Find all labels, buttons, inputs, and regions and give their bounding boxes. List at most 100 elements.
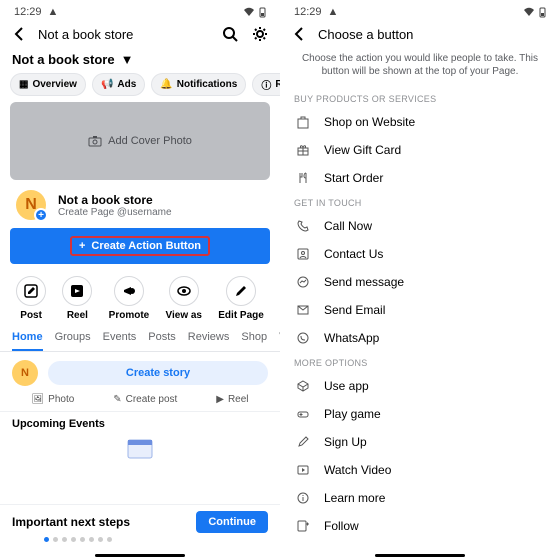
item-send-message[interactable]: Send message — [280, 268, 560, 296]
phone-icon — [294, 219, 312, 233]
story-row: N Create story — [0, 352, 280, 394]
gear-icon[interactable] — [252, 26, 268, 42]
wifi-icon — [243, 7, 255, 17]
page-sub: Create Page @username — [58, 207, 172, 218]
gift-icon — [294, 143, 312, 157]
description: Choose the action you would like people … — [280, 48, 560, 88]
wifi-icon — [523, 7, 535, 17]
post-button[interactable]: Post — [16, 276, 46, 321]
tab-home[interactable]: Home — [12, 331, 43, 351]
item-play-game[interactable]: Play game — [280, 400, 560, 428]
chip-notifications[interactable]: 🔔Notifications — [151, 73, 246, 96]
chip-row: ▦Overview 📢Ads 🔔Notifications ⓘResources… — [0, 73, 280, 102]
info-icon — [294, 491, 312, 505]
mini-reel[interactable]: ▶Reel — [216, 394, 248, 405]
promote-button[interactable]: Promote — [109, 276, 150, 321]
mini-create-post[interactable]: ✎Create post — [113, 394, 177, 405]
contact-icon — [294, 247, 312, 261]
item-sign-up[interactable]: Sign Up — [280, 428, 560, 456]
pencil-icon: ✎ — [113, 394, 121, 405]
right-phone: 12:29 ▲ Choose a button Choose the actio… — [280, 0, 560, 560]
search-icon[interactable] — [222, 26, 238, 42]
create-story-button[interactable]: Create story — [48, 361, 268, 385]
nav-bar — [0, 550, 280, 560]
calendar-illustration — [0, 432, 280, 460]
group-touch: GET IN TOUCH — [280, 192, 560, 212]
pen-icon — [294, 435, 312, 449]
story-avatar[interactable]: N — [12, 360, 38, 386]
status-time: 12:29 — [294, 6, 322, 18]
whatsapp-icon — [294, 331, 312, 345]
item-contact-us[interactable]: Contact Us — [280, 240, 560, 268]
item-learn-more[interactable]: Learn more — [280, 484, 560, 512]
chip-ads[interactable]: 📢Ads — [92, 73, 145, 96]
chip-overview[interactable]: ▦Overview — [10, 73, 86, 96]
tab-events[interactable]: Events — [103, 331, 137, 351]
nav-bar — [280, 550, 560, 560]
group-more: MORE OPTIONS — [280, 352, 560, 372]
status-bar: 12:29 ▲ — [0, 0, 280, 20]
item-call-now[interactable]: Call Now — [280, 212, 560, 240]
page-tabs: Home Groups Events Posts Reviews Shop Vi… — [0, 327, 280, 352]
warning-icon: ▲ — [328, 6, 339, 18]
battery-icon — [259, 7, 266, 18]
page-header: Not a book store — [0, 20, 280, 48]
chip-resources[interactable]: ⓘResources & — [252, 73, 280, 96]
action-circles: Post Reel Promote View as Edit Page — [0, 272, 280, 327]
avatar-row: N + Not a book store Create Page @userna… — [0, 180, 280, 228]
create-action-button[interactable]: + Create Action Button — [10, 228, 270, 264]
post-icon — [24, 284, 38, 298]
camera-icon — [88, 135, 102, 147]
pencil-icon — [234, 284, 248, 298]
reel-icon — [70, 284, 84, 298]
reel-button[interactable]: Reel — [62, 276, 92, 321]
left-phone: 12:29 ▲ Not a book store Not a book stor… — [0, 0, 280, 560]
megaphone-icon — [122, 284, 136, 298]
tab-shop[interactable]: Shop — [241, 331, 267, 351]
item-start-order[interactable]: Start Order — [280, 164, 560, 192]
cube-icon — [294, 379, 312, 393]
item-follow[interactable]: Follow — [280, 512, 560, 540]
continue-button[interactable]: Continue — [196, 511, 268, 533]
photo-icon: 🖼 — [31, 394, 44, 405]
edit-page-button[interactable]: Edit Page — [218, 276, 264, 321]
battery-icon — [539, 7, 546, 18]
plus-icon: + — [79, 240, 85, 252]
item-use-app[interactable]: Use app — [280, 372, 560, 400]
bell-icon: 🔔 — [160, 79, 172, 90]
item-whatsapp[interactable]: WhatsApp — [280, 324, 560, 352]
header-title: Not a book store — [38, 27, 212, 42]
page-header: Choose a button — [280, 20, 560, 48]
mini-photo[interactable]: 🖼Photo — [31, 394, 74, 405]
item-shop-on-website[interactable]: Shop on Website — [280, 108, 560, 136]
view-as-button[interactable]: View as — [165, 276, 202, 321]
warning-icon: ▲ — [48, 6, 59, 18]
back-icon[interactable] — [12, 26, 28, 42]
mini-actions: 🖼Photo ✎Create post ▶Reel — [0, 394, 280, 411]
item-gift-card[interactable]: View Gift Card — [280, 136, 560, 164]
megaphone-icon: 📢 — [101, 79, 113, 90]
pager-dots — [12, 533, 268, 542]
status-bar: 12:29 ▲ — [280, 0, 560, 20]
follow-icon — [294, 519, 312, 533]
page-title-row[interactable]: Not a book store ▼ — [0, 48, 280, 73]
tab-posts[interactable]: Posts — [148, 331, 176, 351]
item-send-email[interactable]: Send Email — [280, 296, 560, 324]
next-steps-footer: Important next steps Continue — [0, 504, 280, 546]
tab-groups[interactable]: Groups — [55, 331, 91, 351]
status-time: 12:29 — [14, 6, 42, 18]
item-watch-video[interactable]: Watch Video — [280, 456, 560, 484]
overview-icon: ▦ — [19, 79, 28, 90]
cover-photo[interactable]: Add Cover Photo — [10, 102, 270, 180]
page-title: Not a book store — [12, 52, 115, 67]
cover-label: Add Cover Photo — [108, 135, 192, 147]
group-buy: BUY PRODUCTS OR SERVICES — [280, 88, 560, 108]
plus-icon: + — [34, 208, 48, 222]
tab-reviews[interactable]: Reviews — [188, 331, 230, 351]
gamepad-icon — [294, 407, 312, 421]
page-avatar[interactable]: N + — [14, 188, 48, 222]
mail-icon — [294, 303, 312, 317]
back-icon[interactable] — [292, 26, 308, 42]
upcoming-events-label: Upcoming Events — [0, 411, 280, 432]
bag-icon — [294, 115, 312, 129]
